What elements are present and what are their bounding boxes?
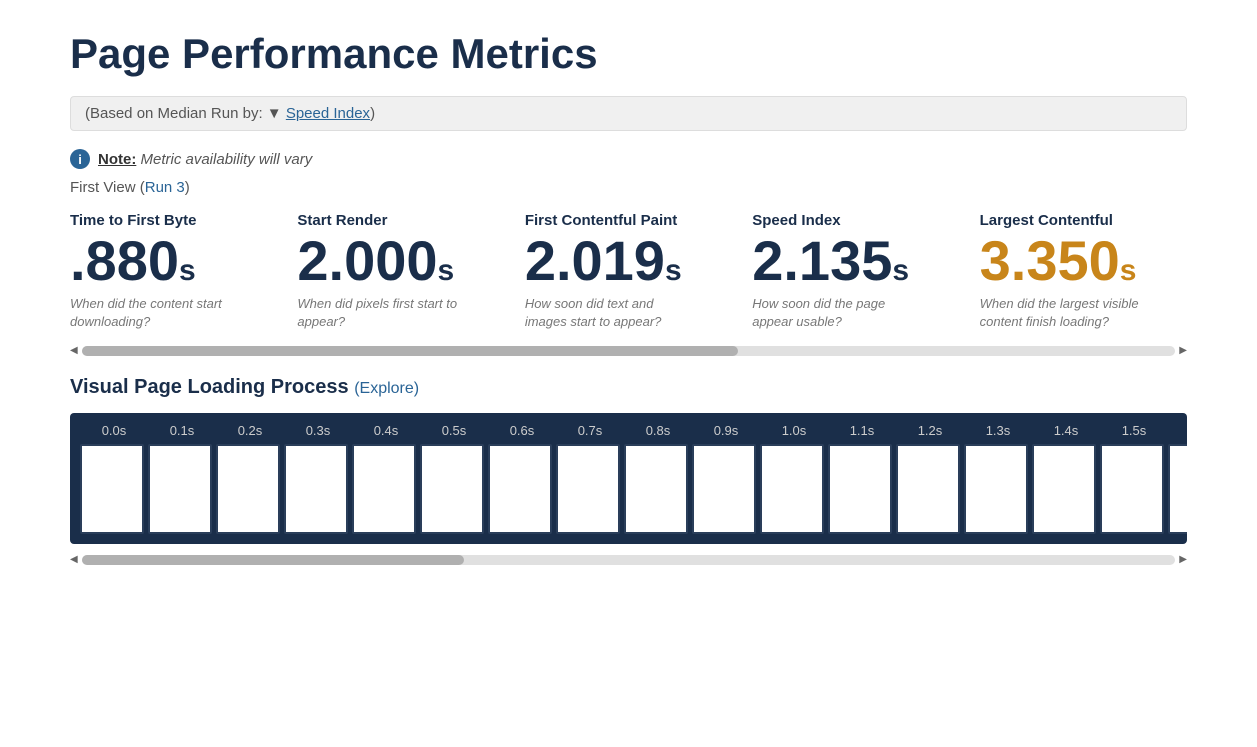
metric-col-start-render: Start Render 2.000s When did pixels first … xyxy=(297,212,524,331)
metric-label-ttfb: Time to First Byte xyxy=(70,212,277,229)
bottom-scroll-thumb xyxy=(82,555,465,565)
filmstrip-timestamp: 0.7s xyxy=(556,423,624,438)
median-bar: (Based on Median Run by: ▼ Speed Index) xyxy=(70,96,1187,131)
median-suffix: ) xyxy=(370,105,375,122)
filmstrip-timestamp: 1.4s xyxy=(1032,423,1100,438)
filmstrip-frame xyxy=(828,444,892,534)
metric-label-speed-index: Speed Index xyxy=(752,212,959,229)
filmstrip-timestamp: 0.5s xyxy=(420,423,488,438)
bottom-scroll-track[interactable] xyxy=(82,555,1176,565)
metrics-scroll-area[interactable]: Time to First Byte .880s When did the cont… xyxy=(70,212,1187,331)
filmstrip-timestamp: 1.2s xyxy=(896,423,964,438)
filmstrip-timestamp: 0.6s xyxy=(488,423,556,438)
metric-desc-lcp: When did the largest visible content fin… xyxy=(980,295,1150,331)
scroll-right-arrow[interactable]: ▶ xyxy=(1179,345,1187,356)
filmstrip-labels: 0.0s0.1s0.2s0.3s0.4s0.5s0.6s0.7s0.8s0.9s… xyxy=(80,423,1177,438)
visual-loading-title: Visual Page Loading Process (Explore) xyxy=(70,376,1187,399)
first-view-label: First View (Run 3) xyxy=(70,179,1187,196)
metric-value-lcp: 3.350s xyxy=(980,233,1187,289)
scroll-thumb xyxy=(82,346,738,356)
filmstrip-frame xyxy=(896,444,960,534)
filmstrip-frames xyxy=(80,444,1177,534)
filmstrip-timestamp: 1.1s xyxy=(828,423,896,438)
median-arrow: ▼ xyxy=(267,105,282,122)
metric-col-speed-index: Speed Index 2.135s How soon did the page a… xyxy=(752,212,979,331)
filmstrip-timestamp: 1.0s xyxy=(760,423,828,438)
filmstrip-timestamp: 0.1s xyxy=(148,423,216,438)
metric-desc-fcp: How soon did text and images start to ap… xyxy=(525,295,695,331)
metric-label-lcp: Largest Contentful xyxy=(980,212,1187,229)
filmstrip-frame xyxy=(80,444,144,534)
filmstrip-timestamp: 0.4s xyxy=(352,423,420,438)
scroll-left-arrow[interactable]: ◀ xyxy=(70,345,78,356)
run-link[interactable]: Run 3 xyxy=(145,179,185,196)
filmstrip-timestamp: 0.9s xyxy=(692,423,760,438)
filmstrip-frame xyxy=(556,444,620,534)
metric-desc-ttfb: When did the content start downloading? xyxy=(70,295,240,331)
note-label: Note: xyxy=(98,151,136,168)
filmstrip-frame xyxy=(1032,444,1096,534)
bottom-scrollbar[interactable]: ◀ ▶ xyxy=(70,554,1187,565)
metric-value-speed-index: 2.135s xyxy=(752,233,959,289)
scroll-track[interactable] xyxy=(82,346,1176,356)
filmstrip-timestamp: 1.3s xyxy=(964,423,1032,438)
note-message: Metric availability will vary xyxy=(141,151,313,168)
filmstrip-frame xyxy=(488,444,552,534)
filmstrip-frame xyxy=(148,444,212,534)
filmstrip-frame xyxy=(760,444,824,534)
filmstrip-frame xyxy=(692,444,756,534)
speed-index-link[interactable]: Speed Index xyxy=(286,105,370,122)
metrics-scrollbar[interactable]: ◀ ▶ xyxy=(70,345,1187,356)
metric-desc-start-render: When did pixels first start to appear? xyxy=(297,295,467,331)
metric-value-fcp: 2.019s xyxy=(525,233,732,289)
info-icon: i xyxy=(70,149,90,169)
filmstrip-timestamp: 1.5s xyxy=(1100,423,1168,438)
filmstrip-container: 0.0s0.1s0.2s0.3s0.4s0.5s0.6s0.7s0.8s0.9s… xyxy=(70,413,1187,544)
filmstrip-timestamp: 0.2s xyxy=(216,423,284,438)
metric-value-start-render: 2.000s xyxy=(297,233,504,289)
metric-col-lcp: Largest Contentful 3.350s When did the lar… xyxy=(980,212,1187,331)
page-container: Page Performance Metrics (Based on Media… xyxy=(0,0,1257,585)
filmstrip-frame xyxy=(420,444,484,534)
metrics-row: Time to First Byte .880s When did the cont… xyxy=(70,212,1187,331)
note-text: Note: Metric availability will vary xyxy=(98,151,312,168)
metric-col-fcp: First Contentful Paint 2.019s How soon did… xyxy=(525,212,752,331)
filmstrip-timestamp: 1.6s xyxy=(1168,423,1187,438)
bottom-scroll-left-arrow[interactable]: ◀ xyxy=(70,554,78,565)
note-bar: i Note: Metric availability will vary xyxy=(70,149,1187,169)
filmstrip-timestamp: 0.0s xyxy=(80,423,148,438)
filmstrip-frame xyxy=(216,444,280,534)
bottom-scroll-right-arrow[interactable]: ▶ xyxy=(1179,554,1187,565)
filmstrip-frame xyxy=(1168,444,1187,534)
filmstrip-frame xyxy=(352,444,416,534)
metric-desc-speed-index: How soon did the page appear usable? xyxy=(752,295,922,331)
filmstrip-frame xyxy=(284,444,348,534)
filmstrip-frame xyxy=(1100,444,1164,534)
filmstrip-timestamp: 0.3s xyxy=(284,423,352,438)
metric-label-fcp: First Contentful Paint xyxy=(525,212,732,229)
metric-col-ttfb: Time to First Byte .880s When did the cont… xyxy=(70,212,297,331)
metric-label-start-render: Start Render xyxy=(297,212,504,229)
page-title: Page Performance Metrics xyxy=(70,30,1187,78)
explore-link[interactable]: (Explore) xyxy=(354,380,419,397)
filmstrip-frame xyxy=(964,444,1028,534)
metric-value-ttfb: .880s xyxy=(70,233,277,289)
filmstrip-timestamp: 0.8s xyxy=(624,423,692,438)
filmstrip-frame xyxy=(624,444,688,534)
median-prefix: (Based on Median Run by: xyxy=(85,105,267,122)
